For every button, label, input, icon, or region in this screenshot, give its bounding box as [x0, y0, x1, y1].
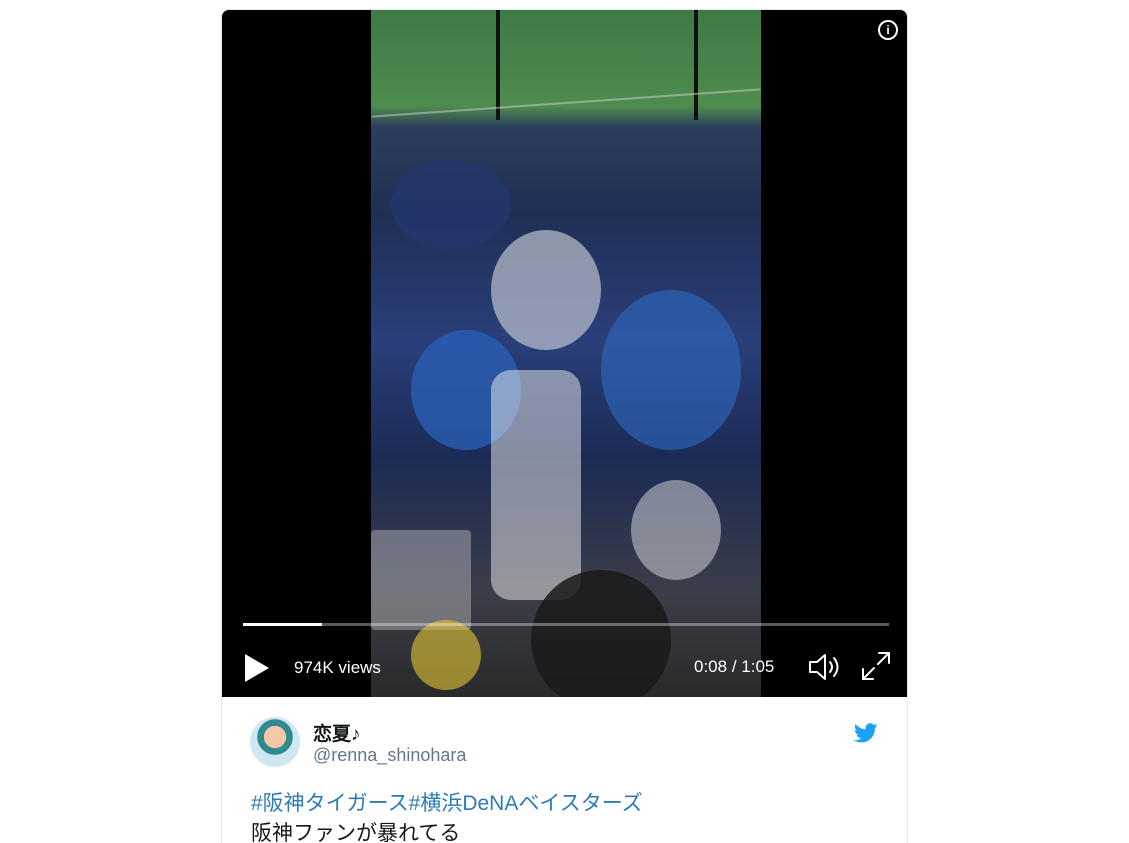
- crowd-shape: [371, 530, 471, 630]
- tweet-text: 阪神ファンが暴れてる: [251, 822, 461, 843]
- hashtag-link[interactable]: #横浜DeNAベイスターズ: [409, 792, 643, 815]
- field-pole: [694, 10, 698, 120]
- current-time: 0:08: [694, 657, 728, 676]
- display-name[interactable]: 恋夏♪: [313, 719, 361, 746]
- progress-fill: [243, 623, 323, 626]
- tweet-author[interactable]: 恋夏♪ @renna_shinohara: [250, 717, 890, 773]
- view-count: 974K views: [294, 658, 381, 677]
- duration: 1:05: [741, 657, 775, 676]
- avatar[interactable]: [250, 717, 300, 767]
- play-icon[interactable]: [244, 653, 270, 683]
- volume-icon[interactable]: [807, 650, 843, 684]
- crowd-shape: [411, 620, 481, 690]
- video-frame[interactable]: [371, 10, 761, 697]
- field-pole: [496, 10, 500, 120]
- video-player[interactable]: i 974K views 0:08 / 1:05: [222, 10, 907, 697]
- crowd-shape: [531, 570, 671, 697]
- twitter-bird-icon[interactable]: [854, 721, 878, 745]
- field-line: [371, 88, 761, 118]
- crowd-shape: [491, 370, 581, 600]
- hashtags: #阪神タイガース#横浜DeNAベイスターズ: [251, 787, 643, 817]
- crowd-shape: [601, 290, 741, 450]
- crowd-shape: [491, 230, 601, 350]
- time-display: 0:08 / 1:05: [694, 657, 774, 677]
- tweet-embed-card: i 974K views 0:08 / 1:05 恋夏♪ @renna_shin…: [221, 9, 908, 843]
- fullscreen-icon[interactable]: [860, 650, 892, 682]
- author-handle[interactable]: @renna_shinohara: [313, 745, 466, 766]
- info-icon[interactable]: i: [878, 20, 898, 40]
- progress-bar[interactable]: [243, 623, 889, 626]
- hashtag-link[interactable]: #阪神タイガース: [251, 792, 409, 815]
- time-separator: /: [727, 657, 742, 676]
- crowd-shape: [391, 160, 511, 250]
- crowd-shape: [631, 480, 721, 580]
